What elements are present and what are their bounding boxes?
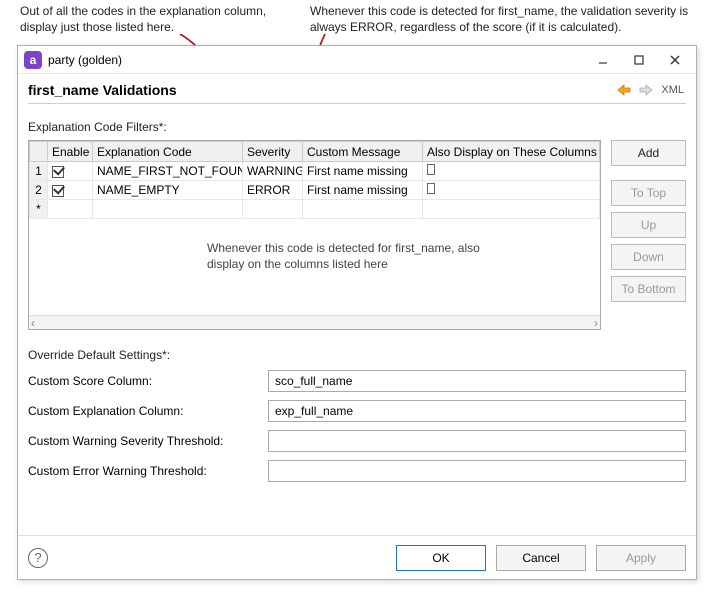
override-settings-label: Override Default Settings*: (28, 348, 686, 362)
to-top-button[interactable]: To Top (611, 180, 686, 206)
also-display-marker-icon (427, 183, 435, 194)
custom-explanation-column-label: Custom Explanation Column: (28, 404, 268, 418)
annotation-text-1: Out of all the codes in the explanation … (20, 4, 300, 35)
nav-back-button[interactable] (614, 80, 634, 100)
ok-button[interactable]: OK (396, 545, 486, 571)
apply-button[interactable]: Apply (596, 545, 686, 571)
cell-severity[interactable]: WARNING (243, 162, 303, 181)
custom-score-column-label: Custom Score Column: (28, 374, 268, 388)
custom-score-column-field[interactable] (268, 370, 686, 392)
maximize-button[interactable] (622, 49, 656, 71)
minimize-button[interactable] (586, 49, 620, 71)
table-row-new[interactable]: * (30, 200, 600, 219)
dialog-footer: ? OK Cancel Apply (18, 535, 696, 579)
grid-header-rownum (30, 142, 48, 162)
grid-header-severity[interactable]: Severity (243, 142, 303, 162)
cell-also-display[interactable] (423, 181, 600, 200)
cell-also-display[interactable] (423, 162, 600, 181)
xml-link[interactable]: XML (661, 84, 684, 96)
cell-enable[interactable] (48, 181, 93, 200)
cell-msg[interactable]: First name missing (303, 181, 423, 200)
scroll-right-icon[interactable]: › (594, 316, 598, 330)
cell-severity[interactable]: ERROR (243, 181, 303, 200)
cancel-button[interactable]: Cancel (496, 545, 586, 571)
titlebar: a party (golden) (18, 46, 696, 74)
checkbox-icon[interactable] (52, 185, 64, 197)
window-title: party (golden) (48, 53, 584, 67)
custom-warning-threshold-field[interactable] (268, 430, 686, 452)
custom-error-threshold-field[interactable] (268, 460, 686, 482)
filters-grid[interactable]: Enable Explanation Code Severity Custom … (28, 140, 601, 330)
to-bottom-button[interactable]: To Bottom (611, 276, 686, 302)
cell-code[interactable]: NAME_EMPTY (93, 181, 243, 200)
cell-msg[interactable]: First name missing (303, 162, 423, 181)
header-row: first_name Validations XML (28, 76, 686, 104)
annotation-text-3: Whenever this code is detected for first… (207, 241, 497, 272)
row-index: 2 (30, 181, 48, 200)
grid-header-explanation-code[interactable]: Explanation Code (93, 142, 243, 162)
also-display-marker-icon (427, 164, 435, 175)
explanation-code-filters-label: Explanation Code Filters*: (28, 120, 686, 134)
close-button[interactable] (658, 49, 692, 71)
dialog-window: a party (golden) first_name Validations … (17, 45, 697, 580)
app-icon: a (24, 51, 42, 69)
nav-forward-button[interactable] (636, 80, 656, 100)
up-button[interactable]: Up (611, 212, 686, 238)
help-icon[interactable]: ? (28, 548, 48, 568)
grid-header-also-display[interactable]: Also Display on These Columns (423, 142, 600, 162)
table-row[interactable]: 1 NAME_FIRST_NOT_FOUND WARNING First nam… (30, 162, 600, 181)
annotation-text-2: Whenever this code is detected for first… (310, 4, 700, 35)
row-index: 1 (30, 162, 48, 181)
custom-explanation-column-field[interactable] (268, 400, 686, 422)
grid-scrollbar-horizontal[interactable]: ‹ › (29, 315, 600, 329)
page-title: first_name Validations (28, 82, 613, 98)
scroll-left-icon[interactable]: ‹ (31, 316, 35, 330)
down-button[interactable]: Down (611, 244, 686, 270)
table-row[interactable]: 2 NAME_EMPTY ERROR First name missing (30, 181, 600, 200)
dialog-content: first_name Validations XML Explanation C… (28, 76, 686, 531)
row-index-new: * (30, 200, 48, 219)
add-button[interactable]: Add (611, 140, 686, 166)
grid-header-custom-message[interactable]: Custom Message (303, 142, 423, 162)
custom-warning-threshold-label: Custom Warning Severity Threshold: (28, 434, 268, 448)
cell-code[interactable]: NAME_FIRST_NOT_FOUND (93, 162, 243, 181)
checkbox-icon[interactable] (52, 166, 64, 178)
grid-header-enable[interactable]: Enable (48, 142, 93, 162)
cell-enable[interactable] (48, 162, 93, 181)
custom-error-threshold-label: Custom Error Warning Threshold: (28, 464, 268, 478)
